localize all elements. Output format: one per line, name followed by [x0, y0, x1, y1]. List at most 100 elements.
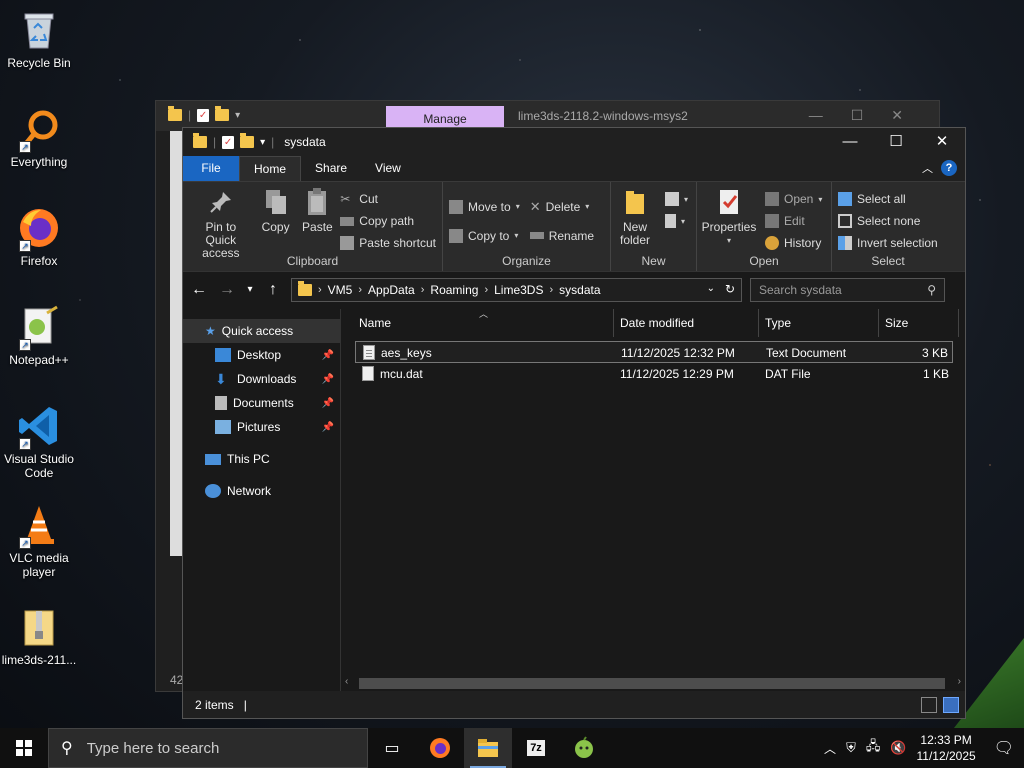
breadcrumb-roaming[interactable]: Roaming — [430, 283, 478, 297]
tab-view[interactable]: View — [361, 156, 415, 181]
nav-item-this-pc[interactable]: This PC — [183, 447, 340, 471]
address-history-chevron-icon[interactable]: ⌄ — [707, 283, 715, 294]
column-header-name[interactable]: Name — [353, 309, 614, 337]
nav-item-documents[interactable]: Documents 📌 — [183, 391, 340, 415]
address-bar[interactable]: › VM5 › AppData › Roaming › Lime3DS › sy… — [291, 277, 742, 302]
details-view-icon[interactable] — [921, 697, 937, 713]
chevron-right-icon[interactable]: › — [358, 284, 362, 296]
desktop-icon-vlc[interactable]: ↗ VLC media player — [0, 503, 78, 579]
new-item-button[interactable]: ▾ — [665, 188, 688, 210]
nav-item-quick-access[interactable]: ★ Quick access — [183, 319, 340, 343]
chevron-right-icon[interactable]: › — [484, 284, 488, 296]
explorer-window[interactable]: | ✓ ▾ | sysdata — ☐ ✕ File Home Share Vi… — [182, 127, 966, 719]
customize-toolbar-chevron-icon[interactable]: ▾ — [260, 137, 265, 148]
edit-label: Edit — [784, 214, 805, 228]
desktop-icon-firefox[interactable]: ↗ Firefox — [0, 206, 78, 268]
easy-access-button[interactable]: ▾ — [665, 210, 688, 232]
recent-locations-chevron-icon[interactable]: ▾ — [245, 284, 255, 295]
edit-button[interactable]: Edit — [765, 210, 822, 232]
properties-button[interactable]: Properties ▾ — [702, 186, 756, 254]
task-view-button[interactable]: ▭ — [368, 728, 416, 768]
nav-item-label: Desktop — [237, 348, 282, 362]
help-icon[interactable]: ? — [941, 160, 957, 176]
clock[interactable]: 12:33 PM 11/12/2025 — [917, 732, 976, 764]
select-all-button[interactable]: Select all — [838, 188, 938, 210]
up-button[interactable]: ↑ — [263, 281, 283, 299]
back-button[interactable]: ← — [189, 281, 209, 299]
invert-selection-button[interactable]: Invert selection — [838, 232, 938, 254]
large-icons-view-icon[interactable] — [943, 697, 959, 713]
desktop-icon-notepad-plus-plus[interactable]: ↗ Notepad++ — [0, 305, 78, 367]
show-hidden-icons-chevron-icon[interactable]: ︿ — [824, 740, 836, 757]
paste-button[interactable]: Paste — [298, 186, 336, 260]
notifications-icon[interactable]: 🗨 — [994, 738, 1014, 758]
nav-item-desktop[interactable]: Desktop 📌 — [183, 343, 340, 367]
chevron-right-icon[interactable]: › — [549, 284, 553, 296]
taskbar-file-explorer[interactable] — [464, 728, 512, 768]
tab-home[interactable]: Home — [239, 156, 302, 181]
cut-button[interactable]: ✂ Cut — [340, 188, 436, 210]
pin-icon[interactable]: 📌 — [322, 350, 334, 361]
close-button[interactable]: ✕ — [919, 128, 965, 156]
tab-file[interactable]: File — [183, 156, 239, 181]
move-to-button[interactable]: Move to ▾ — [449, 192, 520, 221]
column-header-size[interactable]: Size — [879, 309, 959, 337]
column-header-date-modified[interactable]: Date modified — [614, 309, 759, 337]
refresh-icon[interactable]: ↻ — [725, 282, 735, 296]
chevron-right-icon[interactable]: › — [318, 284, 322, 296]
breadcrumb-appdata[interactable]: AppData — [368, 283, 415, 297]
tab-share[interactable]: Share — [301, 156, 361, 181]
nav-item-network[interactable]: Network — [183, 479, 340, 503]
horizontal-scrollbar[interactable]: ‹ › — [341, 675, 965, 691]
taskbar-7zip[interactable]: 7z — [512, 728, 560, 768]
pin-icon[interactable]: 📌 — [322, 422, 334, 433]
copy-path-button[interactable]: Copy path — [340, 210, 436, 232]
desktop-icon-label: Recycle Bin — [7, 56, 71, 70]
breadcrumb-lime3ds[interactable]: Lime3DS — [494, 283, 543, 297]
desktop-icon-vscode[interactable]: ↗ Visual Studio Code — [0, 404, 78, 480]
nav-item-downloads[interactable]: ⬇ Downloads 📌 — [183, 367, 340, 391]
pin-to-quick-access-button[interactable]: Pin to Quick access — [189, 186, 253, 260]
file-row-mcu-dat[interactable]: mcu.dat 11/12/2025 12:29 PM DAT File 1 K… — [355, 363, 953, 385]
new-folder-quick-icon[interactable] — [240, 133, 255, 148]
chevron-right-icon[interactable]: › — [421, 284, 425, 296]
search-input[interactable]: Search sysdata ⚲ — [750, 277, 945, 302]
desktop-icon-lime3ds-zip[interactable]: lime3ds-211... — [0, 605, 78, 667]
forward-button[interactable]: → — [217, 281, 237, 299]
history-button[interactable]: History — [765, 232, 822, 254]
column-header-type[interactable]: Type — [759, 309, 879, 337]
move-to-label: Move to — [468, 199, 511, 214]
pin-icon[interactable]: 📌 — [322, 374, 334, 385]
paste-shortcut-button[interactable]: Paste shortcut — [340, 232, 436, 254]
copy-button[interactable]: Copy — [257, 186, 295, 260]
nav-item-pictures[interactable]: Pictures 📌 — [183, 415, 340, 439]
copy-to-button[interactable]: Copy to ▾ — [449, 221, 520, 250]
taskbar-lime3ds[interactable] — [560, 728, 608, 768]
desktop-icon-recycle-bin[interactable]: Recycle Bin — [0, 8, 78, 70]
bg-window-controls[interactable]: —☐✕ — [809, 107, 931, 124]
defender-icon[interactable]: ⛨ — [846, 740, 856, 756]
window-titlebar[interactable]: | ✓ ▾ | sysdata — ☐ ✕ — [183, 128, 965, 156]
new-folder-button[interactable]: New folder — [617, 186, 653, 247]
properties-quick-icon[interactable]: ✓ — [222, 135, 235, 149]
open-button[interactable]: Open ▾ — [765, 188, 822, 210]
taskbar-search[interactable]: ⚲ Type here to search — [48, 728, 368, 768]
pin-icon[interactable]: 📌 — [322, 398, 334, 409]
start-button[interactable] — [0, 728, 48, 768]
collapse-ribbon-icon[interactable]: ︿ — [922, 160, 933, 176]
breadcrumb-sysdata[interactable]: sysdata — [559, 283, 600, 297]
volume-muted-icon[interactable]: 🔇 — [890, 740, 906, 756]
rename-button[interactable]: Rename — [529, 221, 594, 250]
desktop-icon-everything[interactable]: ↗ Everything — [0, 107, 78, 169]
select-none-button[interactable]: Select none — [838, 210, 938, 232]
maximize-button[interactable]: ☐ — [873, 128, 919, 156]
breadcrumb-vm5[interactable]: VM5 — [328, 283, 353, 297]
network-icon[interactable]: 🖧 — [866, 737, 881, 759]
delete-button[interactable]: ✕ Delete ▾ — [530, 192, 594, 221]
scroll-right-icon[interactable]: › — [958, 676, 961, 687]
scrollbar-thumb[interactable] — [359, 678, 945, 689]
scroll-left-icon[interactable]: ‹ — [345, 676, 348, 687]
taskbar-firefox[interactable] — [416, 728, 464, 768]
file-row-aes-keys[interactable]: aes_keys 11/12/2025 12:32 PM Text Docume… — [355, 341, 953, 363]
minimize-button[interactable]: — — [827, 128, 873, 156]
